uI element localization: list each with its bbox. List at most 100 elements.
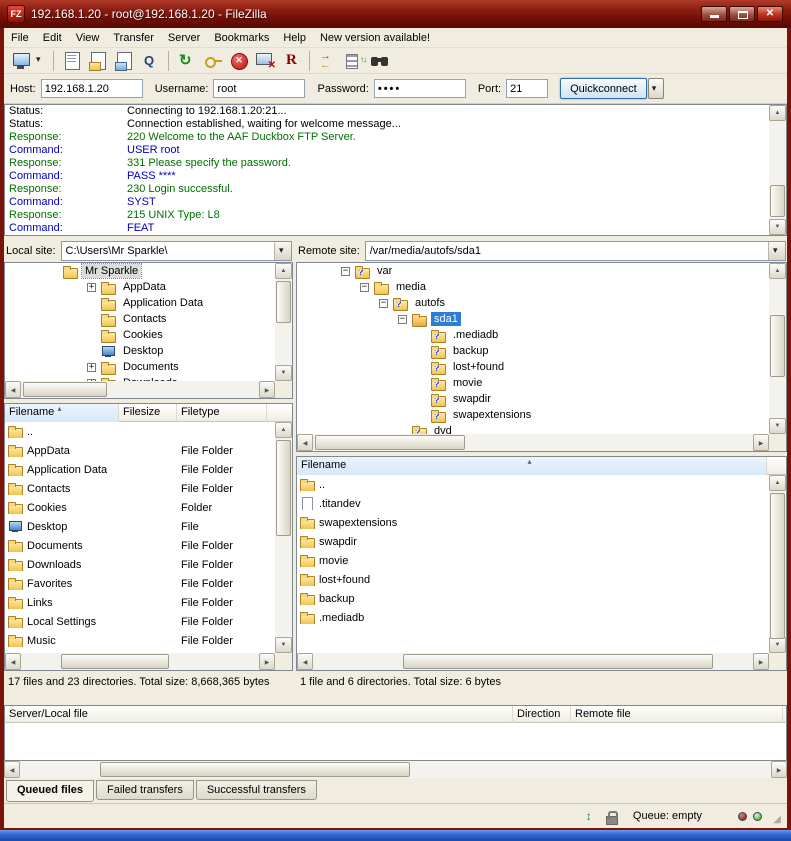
tree-item-mr-sparkle[interactable]: Mr Sparkle	[5, 263, 275, 279]
file-row-local-settings[interactable]: Local SettingsFile Folder	[5, 612, 275, 631]
queue-hscroll[interactable]	[4, 761, 787, 778]
column-header-filename[interactable]: Filename	[297, 457, 767, 475]
tree-expander[interactable]: −	[360, 283, 369, 292]
menu-item-edit[interactable]: Edit	[36, 29, 69, 47]
tree-item-backup[interactable]: ?backup	[297, 343, 769, 359]
tree-expander[interactable]: −	[379, 299, 388, 308]
menu-item-view[interactable]: View	[69, 29, 107, 47]
tab-failed-transfers[interactable]: Failed transfers	[96, 780, 194, 800]
close-button[interactable]	[757, 6, 783, 22]
file-row-cookies[interactable]: CookiesFolder	[5, 498, 275, 517]
quickconnect-button[interactable]: Quickconnect	[560, 78, 647, 99]
file-row-swapdir[interactable]: swapdir	[297, 532, 769, 551]
resize-grip[interactable]	[768, 810, 781, 823]
scroll-up-button[interactable]	[769, 475, 786, 491]
vertical-scroll-thumb[interactable]	[770, 315, 785, 377]
tree-item-application-data[interactable]: Application Data	[5, 295, 275, 311]
file-row-item[interactable]: ..	[5, 422, 275, 441]
tree-item-appdata[interactable]: +AppData	[5, 279, 275, 295]
column-header-filetype[interactable]: Filetype	[177, 404, 267, 422]
scroll-left-button[interactable]	[4, 761, 20, 778]
quickconnect-dropdown-button[interactable]	[648, 78, 664, 99]
process-queue-icon[interactable]	[201, 49, 225, 73]
remote-list-hscroll[interactable]	[297, 653, 769, 670]
toggle-local-tree-icon[interactable]	[86, 49, 110, 73]
horizontal-scroll-thumb[interactable]	[403, 654, 713, 669]
scroll-left-button[interactable]	[297, 653, 313, 670]
column-header-remote-file[interactable]: Remote file	[571, 706, 783, 724]
tree-expander[interactable]: +	[87, 363, 96, 372]
vertical-scroll-thumb[interactable]	[276, 440, 291, 536]
local-tree-hscroll[interactable]	[5, 381, 275, 398]
file-row-links[interactable]: LinksFile Folder	[5, 593, 275, 612]
menu-item-server[interactable]: Server	[161, 29, 207, 47]
tree-item-sda1[interactable]: −sda1	[297, 311, 769, 327]
vertical-scroll-thumb[interactable]	[276, 281, 291, 323]
file-row-appdata[interactable]: AppDataFile Folder	[5, 441, 275, 460]
tree-item-mediadb[interactable]: ?.mediadb	[297, 327, 769, 343]
horizontal-scroll-thumb[interactable]	[315, 435, 465, 450]
scroll-up-button[interactable]	[275, 263, 292, 279]
host-input[interactable]	[41, 79, 143, 98]
tree-item-contacts[interactable]: Contacts	[5, 311, 275, 327]
encryption-icon[interactable]	[604, 809, 619, 824]
menu-item-help[interactable]: Help	[276, 29, 313, 47]
toggle-queue-icon[interactable]	[138, 49, 162, 73]
tree-item-media[interactable]: −media	[297, 279, 769, 295]
tree-item-autofs[interactable]: −?autofs	[297, 295, 769, 311]
file-row-application-data[interactable]: Application DataFile Folder	[5, 460, 275, 479]
scroll-left-button[interactable]	[5, 653, 21, 670]
local-site-combo[interactable]: C:\Users\Mr Sparkle\	[61, 241, 292, 261]
file-row-swapextensions[interactable]: swapextensions	[297, 513, 769, 532]
minimize-button[interactable]	[701, 6, 727, 22]
menu-item-new-version-available[interactable]: New version available!	[313, 29, 437, 47]
tree-item-swapdir[interactable]: ?swapdir	[297, 391, 769, 407]
compare-icon[interactable]	[316, 49, 340, 73]
vertical-scroll-thumb[interactable]	[770, 493, 785, 639]
scroll-right-button[interactable]	[259, 381, 275, 398]
scroll-left-button[interactable]	[297, 434, 313, 451]
cancel-icon[interactable]	[227, 49, 251, 73]
tab-successful-transfers[interactable]: Successful transfers	[196, 780, 317, 800]
horizontal-scroll-thumb[interactable]	[100, 762, 410, 777]
column-header-server-local-file[interactable]: Server/Local file	[5, 706, 513, 724]
local-list-hscroll[interactable]	[5, 653, 275, 670]
sync-browsing-icon[interactable]	[342, 49, 366, 73]
menu-item-transfer[interactable]: Transfer	[106, 29, 161, 47]
port-input[interactable]	[506, 79, 548, 98]
tree-expander[interactable]: +	[87, 283, 96, 292]
find-icon[interactable]	[368, 49, 392, 73]
vertical-scroll-thumb[interactable]	[770, 185, 785, 217]
file-row-music[interactable]: MusicFile Folder	[5, 631, 275, 650]
tree-item-cookies[interactable]: Cookies	[5, 327, 275, 343]
scroll-right-button[interactable]	[753, 653, 769, 670]
local-site-dropdown-icon[interactable]	[274, 242, 291, 260]
file-row-titandev[interactable]: .titandev	[297, 494, 769, 513]
remote-site-combo[interactable]: /var/media/autofs/sda1	[365, 241, 786, 261]
remote-list-vscroll[interactable]	[769, 475, 786, 653]
menu-item-bookmarks[interactable]: Bookmarks	[207, 29, 276, 47]
file-row-downloads[interactable]: DownloadsFile Folder	[5, 555, 275, 574]
tree-expander[interactable]: −	[398, 315, 407, 324]
scroll-down-button[interactable]	[275, 365, 292, 381]
scroll-down-button[interactable]	[769, 219, 786, 235]
scroll-right-button[interactable]	[753, 434, 769, 451]
file-row-lost-found[interactable]: lost+found	[297, 570, 769, 589]
scroll-right-button[interactable]	[259, 653, 275, 670]
scroll-down-button[interactable]	[275, 637, 292, 653]
local-list-vscroll[interactable]	[275, 422, 292, 653]
scroll-down-button[interactable]	[769, 637, 786, 653]
reconnect-icon[interactable]	[279, 49, 303, 73]
tree-item-lost-found[interactable]: ?lost+found	[297, 359, 769, 375]
toggle-log-icon[interactable]	[60, 49, 84, 73]
tree-item-desktop[interactable]: Desktop	[5, 343, 275, 359]
scroll-up-button[interactable]	[769, 263, 786, 279]
column-header-filesize[interactable]: Filesize	[119, 404, 177, 422]
column-header-direction[interactable]: Direction	[513, 706, 571, 724]
tree-item-var[interactable]: −?var	[297, 263, 769, 279]
remote-site-dropdown-icon[interactable]	[768, 242, 785, 260]
file-row-backup[interactable]: backup	[297, 589, 769, 608]
scroll-up-button[interactable]	[275, 422, 292, 438]
file-row-desktop[interactable]: DesktopFile	[5, 517, 275, 536]
scroll-left-button[interactable]	[5, 381, 21, 398]
